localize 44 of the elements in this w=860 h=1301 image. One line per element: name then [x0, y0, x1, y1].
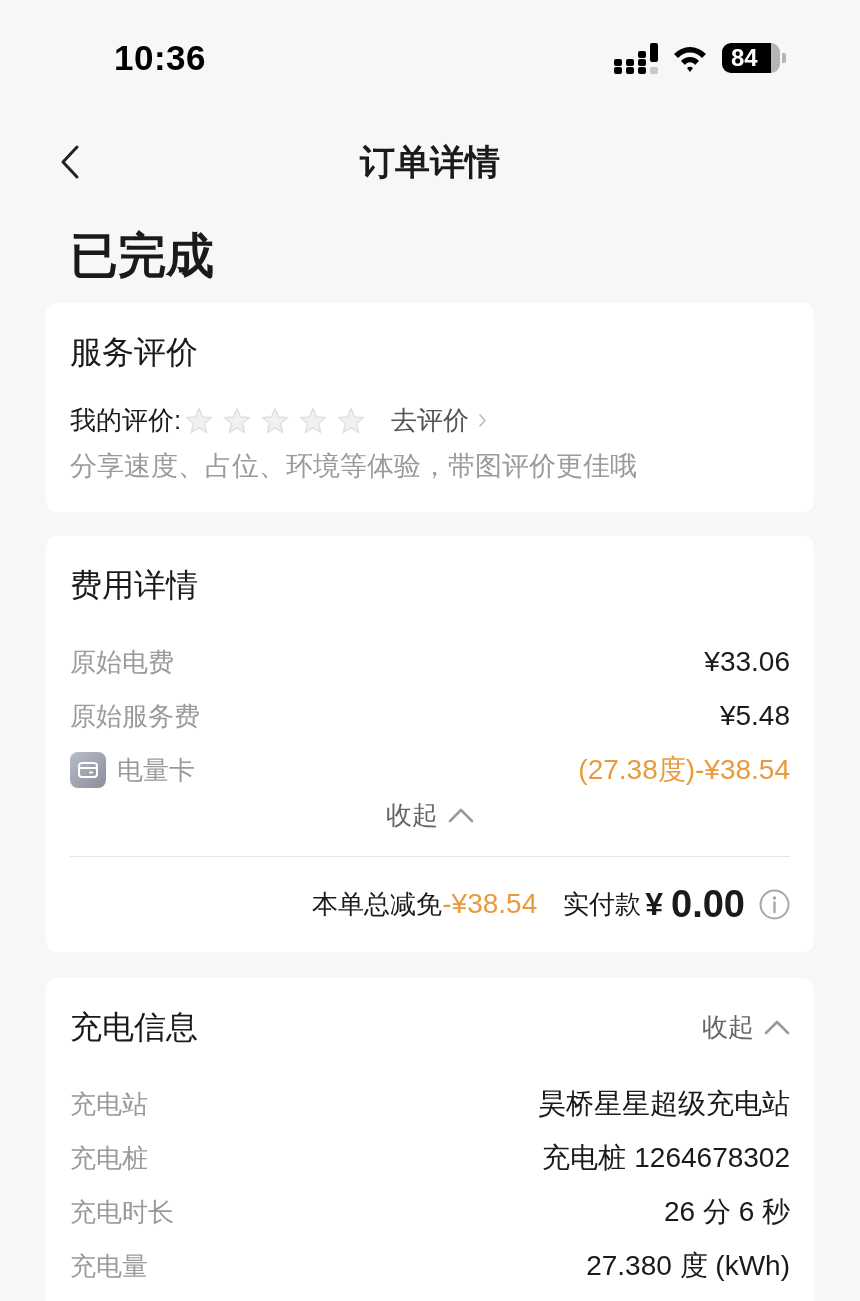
currency-sign: ¥	[645, 885, 664, 924]
empty-star-icon[interactable]	[337, 406, 366, 434]
battery-level: 84	[722, 43, 786, 73]
status-time: 10:36	[114, 36, 207, 79]
info-value: 昊桥星星超级充电站	[538, 1087, 790, 1121]
fee-label: 电量卡	[117, 753, 195, 787]
page-title: 订单详情	[360, 140, 500, 183]
info-label: 充电桩	[70, 1141, 148, 1175]
wifi-icon	[672, 44, 708, 72]
fee-label: 原始服务费	[70, 699, 200, 733]
empty-star-icon[interactable]	[299, 406, 328, 434]
fee-value: ¥5.48	[719, 699, 790, 733]
rating-hint: 分享速度、占位、环境等体验，带图评价更佳哦	[70, 450, 638, 483]
info-label: 充电站	[70, 1087, 148, 1121]
order-status: 已完成	[70, 227, 214, 284]
chevron-up-icon[interactable]	[448, 807, 474, 823]
signal-icon	[614, 42, 658, 74]
collapse-toggle[interactable]: 收起	[386, 797, 474, 833]
chevron-right-icon[interactable]	[479, 413, 488, 427]
rate-link[interactable]: 去评价	[391, 400, 488, 440]
info-value: 充电桩 1264678302	[542, 1141, 790, 1175]
empty-star-icon[interactable]	[185, 406, 214, 434]
card-title: 费用详情	[70, 566, 199, 605]
info-label: 充电量	[70, 1249, 148, 1283]
card-icon	[70, 752, 106, 788]
empty-star-icon[interactable]	[261, 406, 290, 434]
card-title: 服务评价	[70, 333, 199, 372]
rating-label: 我的评价:	[70, 403, 182, 437]
empty-star-icon[interactable]	[223, 406, 252, 434]
fee-value: ¥33.06	[704, 645, 790, 679]
collapse-toggle[interactable]: 收起	[702, 1009, 790, 1045]
fee-value: (27.38度)-¥38.54	[578, 753, 790, 787]
discount-label: 本单总减免	[312, 887, 443, 921]
info-value: 27.380 度 (kWh)	[586, 1249, 790, 1283]
chevron-up-icon[interactable]	[764, 1019, 790, 1035]
card-title: 充电信息	[70, 1008, 198, 1047]
info-value: 26 分 6 秒	[663, 1195, 790, 1229]
discount-amount: -¥38.54	[442, 887, 538, 921]
info-label: 充电时长	[70, 1195, 174, 1229]
fee-label: 原始电费	[70, 645, 174, 679]
back-icon[interactable]	[60, 145, 80, 179]
paid-amount: 0.00	[671, 881, 745, 927]
info-icon[interactable]	[759, 888, 790, 920]
paid-label: 实付款	[563, 887, 642, 921]
